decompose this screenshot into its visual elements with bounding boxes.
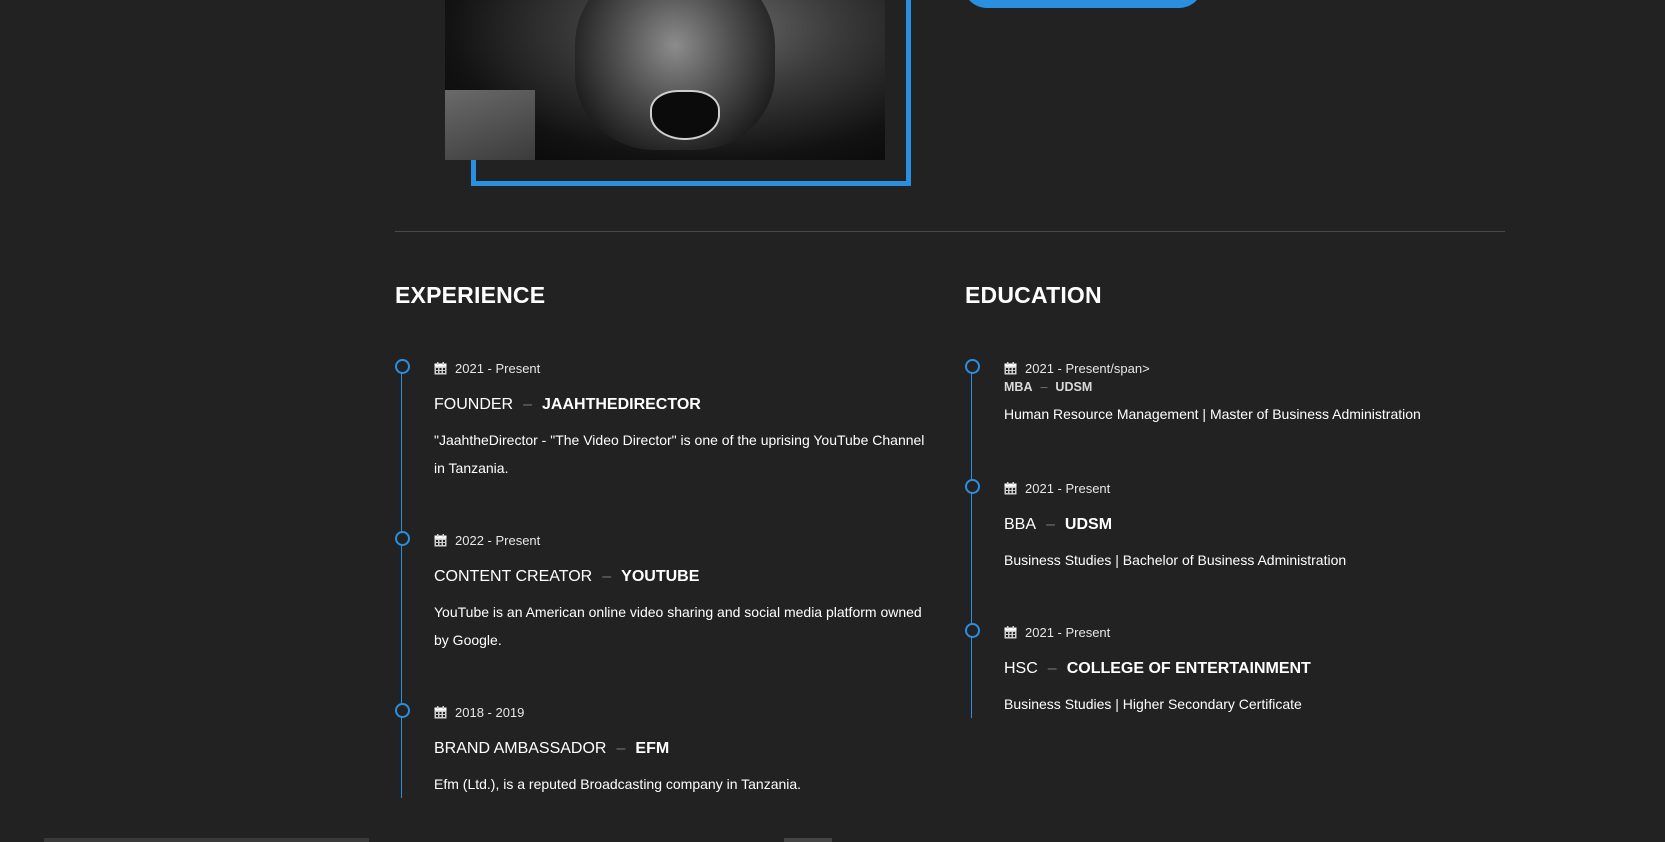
footer-edge-left xyxy=(44,838,369,842)
experience-role: FOUNDER xyxy=(434,396,514,413)
separator: – xyxy=(1047,660,1057,677)
photo-tiger-mouth xyxy=(650,90,720,140)
separator: – xyxy=(1040,380,1048,394)
experience-date: 2021 - Present xyxy=(455,360,541,376)
experience-org: JAAHTHEDIRECTOR xyxy=(542,396,701,413)
profile-photo xyxy=(445,0,885,160)
education-date: 2021 - Present xyxy=(1025,624,1111,640)
photo-rock xyxy=(445,90,535,160)
education-description: Business Studies | Bachelor of Business … xyxy=(1004,552,1347,568)
education-timeline xyxy=(971,366,972,718)
experience-item: 2018 - 2019 BRAND AMBASSADOR – EFM Efm (Lt… xyxy=(395,703,934,798)
education-item: 2021 - Present BBA – UDSM Business Studies… xyxy=(965,479,1474,568)
timeline-dot xyxy=(965,359,980,374)
education-title: EDUCATION xyxy=(965,282,1102,308)
calendar-icon xyxy=(1004,361,1017,374)
timeline-dot xyxy=(395,531,410,546)
experience-item: 2021 - Present FOUNDER – JAAHTHEDIRECTOR "… xyxy=(395,359,934,482)
calendar-icon xyxy=(1004,625,1017,638)
education-school: UDSM xyxy=(1055,380,1093,394)
experience-org: EFM xyxy=(635,740,670,757)
calendar-icon xyxy=(434,705,447,718)
experience-org: YOUTUBE xyxy=(621,568,700,585)
experience-description: Efm (Ltd.), is a reputed Broadcasting co… xyxy=(434,776,802,792)
education-degree: MBA xyxy=(1004,380,1033,394)
separator: – xyxy=(616,740,626,757)
section-divider xyxy=(395,231,1505,232)
education-date: 2021 - Present/span> xyxy=(1025,360,1150,376)
separator: – xyxy=(1046,516,1055,533)
experience-description: YouTube is an American online video shar… xyxy=(434,604,922,648)
experience-date: 2022 - Present xyxy=(455,532,541,548)
education-degree: BBA xyxy=(1004,516,1037,533)
education-description: Human Resource Management | Master of Bu… xyxy=(1004,406,1421,422)
timeline-dot xyxy=(395,703,410,718)
experience-item: 2022 - Present CONTENT CREATOR – YOUTUBE Y… xyxy=(395,531,934,654)
education-description: Business Studies | Higher Secondary Cert… xyxy=(1004,696,1302,712)
education-date: 2021 - Present xyxy=(1025,480,1111,496)
calendar-icon xyxy=(1004,481,1017,494)
calendar-icon xyxy=(434,361,447,374)
experience-title: EXPERIENCE xyxy=(395,282,546,308)
education-school: UDSM xyxy=(1064,516,1113,533)
cta-button[interactable] xyxy=(963,0,1203,8)
experience-role: BRAND AMBASSADOR xyxy=(434,740,607,757)
separator: – xyxy=(602,568,612,585)
footer-edge-mid xyxy=(784,838,832,842)
education-degree: HSC xyxy=(1004,660,1038,677)
timeline-dot xyxy=(395,359,410,374)
calendar-icon xyxy=(434,533,447,546)
education-item: 2021 - Present HSC – COLLEGE OF ENTERTAINM… xyxy=(965,623,1474,712)
education-school: COLLEGE OF ENTERTAINMENT xyxy=(1066,660,1311,677)
separator: – xyxy=(523,396,533,413)
education-item: 2021 - Present/span> MBA – UDSM Human Reso… xyxy=(965,359,1474,422)
timeline-dot xyxy=(965,623,980,638)
experience-date: 2018 - 2019 xyxy=(455,704,525,720)
experience-description: "JaahtheDirector - "The Video Director" … xyxy=(434,432,925,476)
timeline-dot xyxy=(965,479,980,494)
experience-role: CONTENT CREATOR xyxy=(434,568,593,585)
experience-timeline xyxy=(401,366,402,798)
